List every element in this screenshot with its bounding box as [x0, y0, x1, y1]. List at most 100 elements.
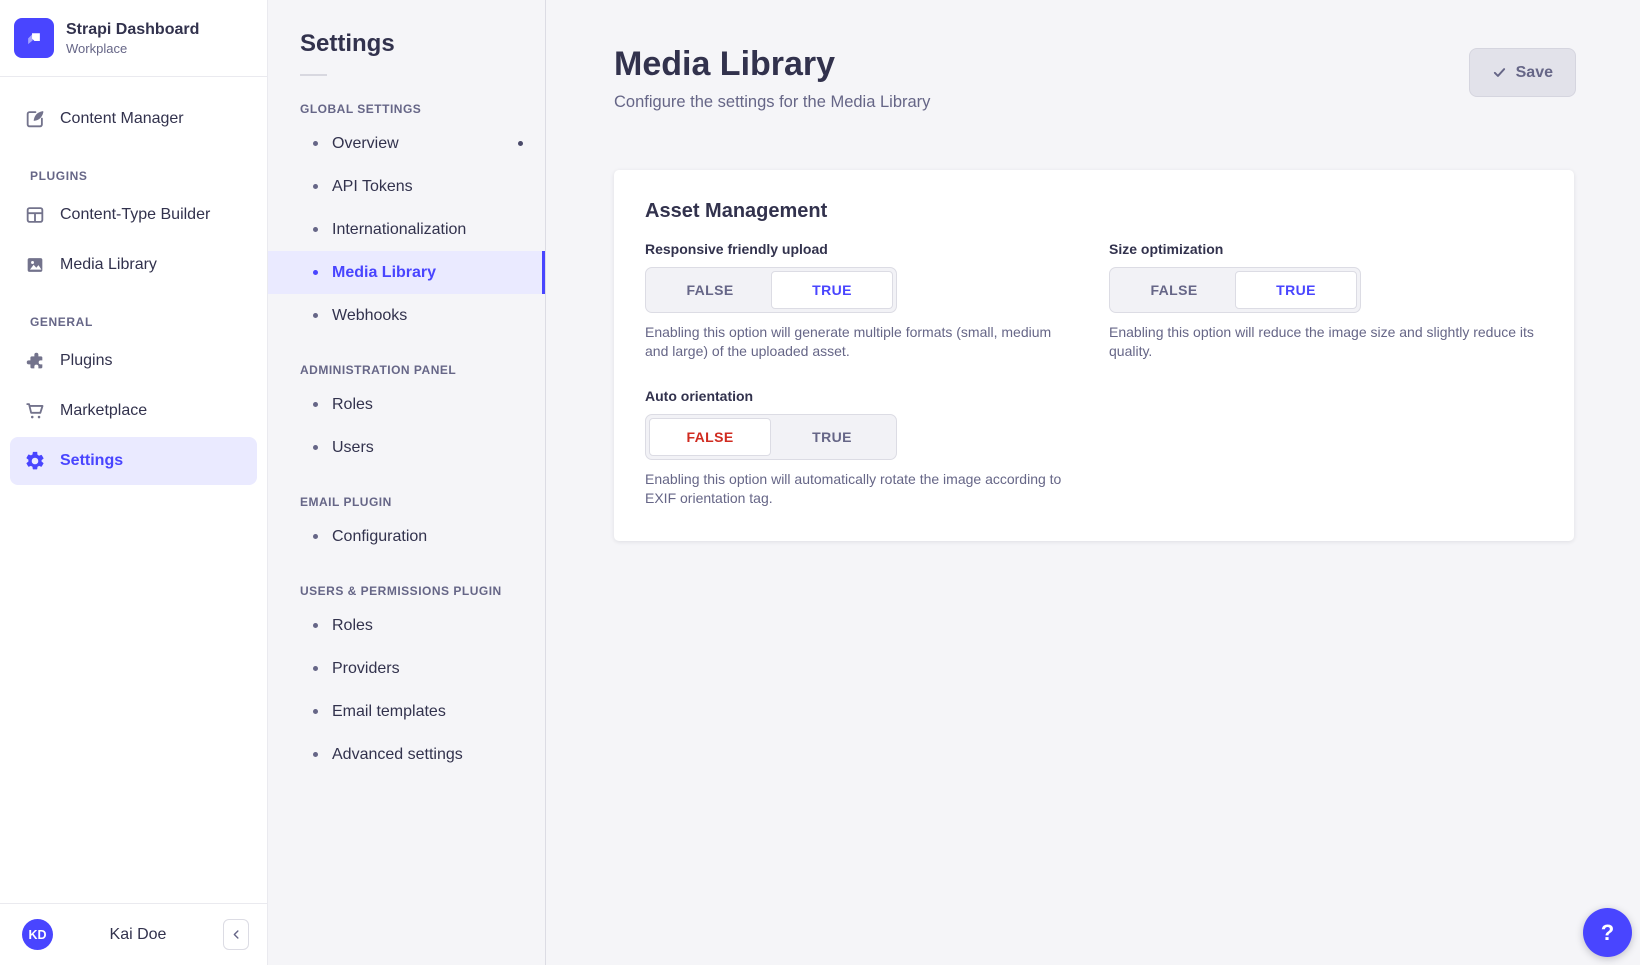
bullet-dot-icon	[313, 313, 318, 318]
field-hint: Enabling this option will reduce the ima…	[1109, 323, 1539, 360]
sidebar-section-general: GENERAL	[30, 315, 243, 329]
bullet-dot-icon	[313, 141, 318, 146]
main-sidebar: Strapi Dashboard Workplace Content Manag…	[0, 0, 268, 965]
help-button[interactable]: ?	[1583, 908, 1632, 957]
edit-icon	[24, 108, 46, 130]
sidebar-item-content-manager[interactable]: Content Manager	[10, 95, 257, 143]
subnav-item-label: Media Library	[332, 264, 436, 282]
bullet-dot-icon	[313, 402, 318, 407]
fields-grid: Responsive friendly upload FALSE TRUE En…	[645, 241, 1543, 507]
subnav-item-admin-roles[interactable]: Roles	[268, 383, 545, 426]
field-hint: Enabling this option will generate multi…	[645, 323, 1075, 360]
sidebar-item-label: Content Manager	[60, 110, 184, 128]
bullet-dot-icon	[313, 709, 318, 714]
subnav-item-overview[interactable]: Overview	[268, 122, 545, 165]
subnav-section-users-permissions-plugin: USERS & PERMISSIONS PLUGIN	[300, 584, 521, 598]
subnav-item-email-configuration[interactable]: Configuration	[268, 515, 545, 558]
sidebar-item-content-type-builder[interactable]: Content-Type Builder	[10, 191, 257, 239]
subnav-title-divider	[300, 74, 327, 76]
chevron-left-icon	[230, 928, 243, 941]
page-subtitle: Configure the settings for the Media Lib…	[614, 93, 930, 112]
strapi-logo-icon	[14, 18, 54, 58]
subnav-title: Settings	[300, 30, 521, 58]
settings-subnav: Settings GLOBAL SETTINGS Overview API To…	[268, 0, 546, 965]
sidebar-item-plugins[interactable]: Plugins	[10, 337, 257, 385]
subnav-item-internationalization[interactable]: Internationalization	[268, 208, 545, 251]
subnav-item-providers[interactable]: Providers	[268, 647, 545, 690]
brand-home-link[interactable]: Strapi Dashboard Workplace	[0, 0, 267, 77]
field-label: Auto orientation	[645, 388, 1093, 404]
sidebar-nav: Content Manager PLUGINS Content-Type Bui…	[0, 77, 267, 903]
sidebar-item-label: Plugins	[60, 352, 112, 370]
asset-management-card: Asset Management Responsive friendly upl…	[614, 170, 1574, 541]
sidebar-item-label: Content-Type Builder	[60, 206, 210, 224]
subnav-item-label: Webhooks	[332, 307, 407, 325]
subnav-item-api-tokens[interactable]: API Tokens	[268, 165, 545, 208]
sidebar-item-settings[interactable]: Settings	[10, 437, 257, 485]
check-icon	[1492, 65, 1507, 80]
toggle-option-false[interactable]: FALSE	[649, 418, 771, 456]
field-size-optimization: Size optimization FALSE TRUE Enabling th…	[1109, 241, 1557, 360]
cart-icon	[24, 400, 46, 422]
field-label: Responsive friendly upload	[645, 241, 1093, 257]
subnav-item-label: Advanced settings	[332, 746, 463, 764]
sidebar-item-media-library[interactable]: Media Library	[10, 241, 257, 289]
subnav-item-webhooks[interactable]: Webhooks	[268, 294, 545, 337]
subnav-section-global-settings: GLOBAL SETTINGS	[300, 102, 521, 116]
subnav-section-email-plugin: EMAIL PLUGIN	[300, 495, 521, 509]
brand-workspace: Workplace	[66, 41, 199, 56]
subnav-item-label: Roles	[332, 396, 373, 414]
main-content: Media Library Configure the settings for…	[546, 0, 1640, 965]
toggle-option-true[interactable]: TRUE	[771, 418, 893, 456]
bullet-dot-icon	[313, 270, 318, 275]
subnav-item-label: Overview	[332, 135, 399, 153]
save-button-label: Save	[1516, 64, 1553, 82]
bullet-dot-icon	[313, 184, 318, 189]
toggle-option-false[interactable]: FALSE	[1113, 271, 1235, 309]
gear-icon	[24, 450, 46, 472]
subnav-item-email-templates[interactable]: Email templates	[268, 690, 545, 733]
subnav-item-label: Email templates	[332, 703, 446, 721]
field-hint: Enabling this option will automatically …	[645, 470, 1075, 507]
bullet-dot-icon	[313, 752, 318, 757]
page-title: Media Library	[614, 46, 930, 83]
subnav-item-admin-users[interactable]: Users	[268, 426, 545, 469]
sidebar-item-label: Media Library	[60, 256, 157, 274]
bullet-dot-icon	[313, 666, 318, 671]
auto-orientation-toggle: FALSE TRUE	[645, 414, 897, 460]
card-heading: Asset Management	[645, 200, 1543, 223]
user-name: Kai Doe	[63, 926, 213, 944]
sidebar-item-label: Settings	[60, 452, 123, 470]
toggle-option-true[interactable]: TRUE	[771, 271, 893, 309]
subnav-item-up-roles[interactable]: Roles	[268, 604, 545, 647]
subnav-item-label: Internationalization	[332, 221, 466, 239]
size-optimization-toggle: FALSE TRUE	[1109, 267, 1361, 313]
question-mark-icon: ?	[1601, 920, 1614, 946]
avatar[interactable]: KD	[22, 919, 53, 950]
subnav-item-label: API Tokens	[332, 178, 413, 196]
collapse-sidebar-button[interactable]	[223, 919, 249, 950]
sidebar-item-marketplace[interactable]: Marketplace	[10, 387, 257, 435]
image-icon	[24, 254, 46, 276]
sidebar-footer: KD Kai Doe	[0, 903, 267, 965]
subnav-item-label: Configuration	[332, 528, 427, 546]
field-label: Size optimization	[1109, 241, 1557, 257]
subnav-section-administration-panel: ADMINISTRATION PANEL	[300, 363, 521, 377]
subnav-item-media-library[interactable]: Media Library	[268, 251, 545, 294]
page-header: Media Library Configure the settings for…	[614, 0, 1576, 112]
bullet-dot-icon	[313, 534, 318, 539]
field-responsive-friendly-upload: Responsive friendly upload FALSE TRUE En…	[645, 241, 1093, 360]
responsive-friendly-upload-toggle: FALSE TRUE	[645, 267, 897, 313]
field-auto-orientation: Auto orientation FALSE TRUE Enabling thi…	[645, 388, 1093, 507]
bullet-dot-icon	[313, 623, 318, 628]
subnav-item-advanced-settings[interactable]: Advanced settings	[268, 733, 545, 776]
brand-title: Strapi Dashboard	[66, 20, 199, 39]
sidebar-item-label: Marketplace	[60, 402, 147, 420]
toggle-option-false[interactable]: FALSE	[649, 271, 771, 309]
save-button[interactable]: Save	[1469, 48, 1576, 97]
subnav-item-label: Users	[332, 439, 374, 457]
notification-dot-icon	[518, 141, 523, 146]
bullet-dot-icon	[313, 445, 318, 450]
toggle-option-true[interactable]: TRUE	[1235, 271, 1357, 309]
puzzle-icon	[24, 350, 46, 372]
